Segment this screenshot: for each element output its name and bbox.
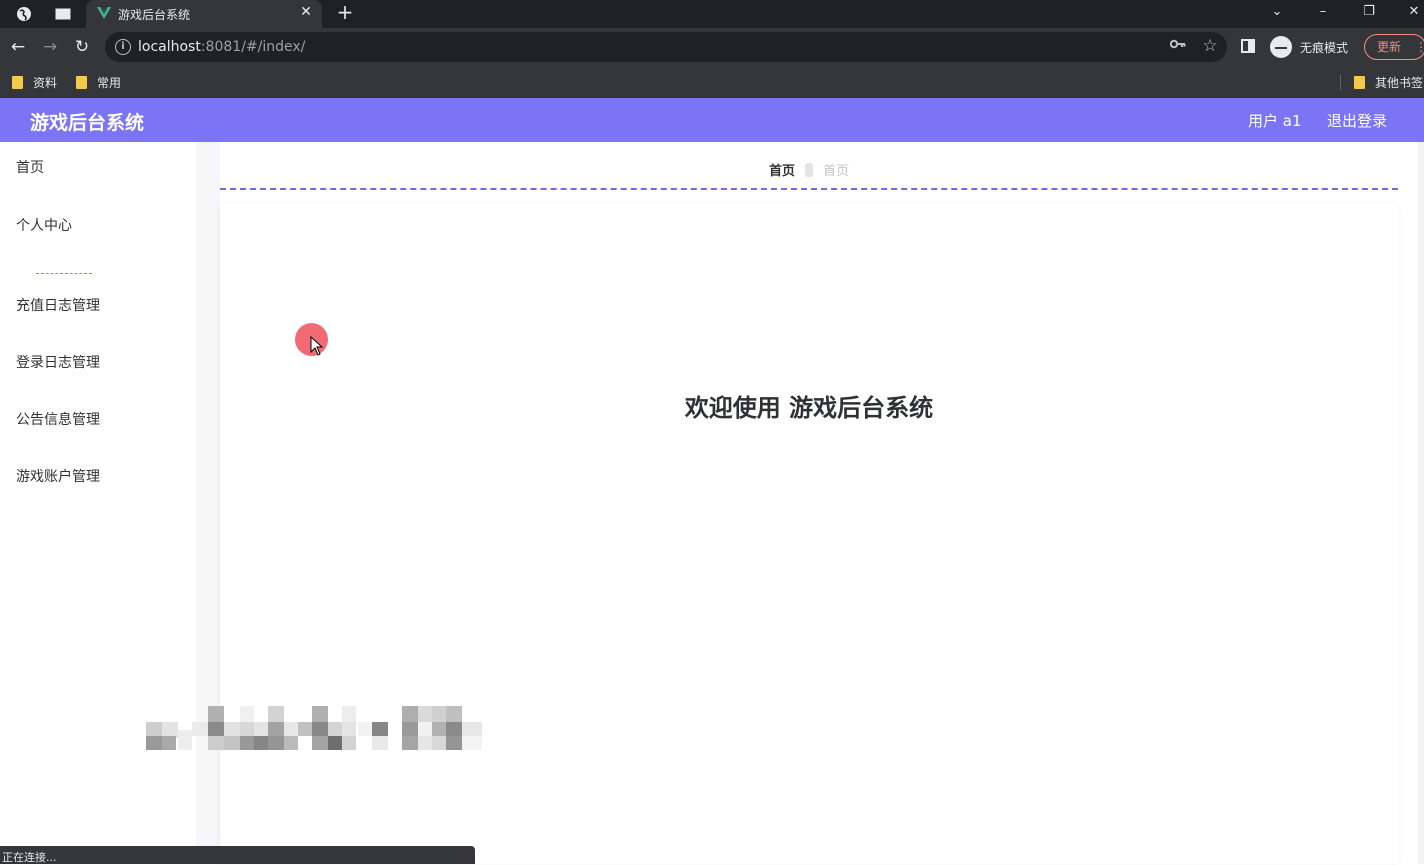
url-text[interactable]: localhost:8081/#/index/ bbox=[138, 39, 305, 55]
restore-icon[interactable]: ❐ bbox=[1358, 2, 1380, 22]
forward-icon[interactable]: → bbox=[39, 36, 61, 58]
breadcrumb-separator-icon bbox=[805, 163, 813, 177]
key-icon[interactable] bbox=[1169, 38, 1187, 56]
content-card: 欢迎使用 游戏后台系统 bbox=[220, 204, 1398, 864]
logout-button[interactable]: 退出登录 bbox=[1327, 110, 1387, 131]
status-text: 正在连接... bbox=[2, 851, 57, 864]
browser-status-bar: 正在连接... bbox=[0, 846, 475, 864]
browser-tab-bar: 游戏后台系统 ✕ + ⌄ – ❐ ✕ bbox=[0, 0, 1424, 28]
welcome-heading: 欢迎使用 游戏后台系统 bbox=[684, 394, 934, 422]
site-info-icon[interactable]: i bbox=[115, 39, 131, 55]
sidebar-item-profile[interactable]: 个人中心 bbox=[0, 206, 196, 246]
incognito-label: 无痕模式 bbox=[1300, 40, 1349, 55]
close-tab-icon[interactable]: ✕ bbox=[298, 4, 314, 20]
bookmark-star-icon[interactable]: ☆ bbox=[1200, 36, 1220, 56]
tab-title: 游戏后台系统 bbox=[118, 8, 191, 22]
sidebar-gutter bbox=[196, 142, 220, 864]
bookmarks-bar: 资料 常用 其他书签 bbox=[0, 66, 1424, 98]
breadcrumb-divider bbox=[220, 188, 1398, 190]
sidebar-item-game-accounts[interactable]: 游戏账户管理 bbox=[0, 457, 196, 497]
sidebar-submenu-indicator bbox=[36, 273, 92, 276]
incognito-indicator[interactable]: 无痕模式 bbox=[1270, 36, 1348, 58]
reload-icon[interactable]: ↻ bbox=[71, 36, 93, 58]
close-window-icon[interactable]: ✕ bbox=[1403, 2, 1424, 22]
app-title: 游戏后台系统 bbox=[30, 112, 145, 134]
globe-icon[interactable] bbox=[14, 4, 34, 24]
vue-logo-icon bbox=[97, 7, 111, 19]
app-header: 游戏后台系统 用户 a1 退出登录 bbox=[0, 98, 1424, 142]
back-icon[interactable]: ← bbox=[7, 36, 29, 58]
bookmark-folder-changyong[interactable]: 常用 bbox=[76, 73, 121, 91]
bookmarks-divider bbox=[1340, 74, 1341, 90]
bookmark-folder-ziliao[interactable]: 资料 bbox=[12, 73, 57, 91]
folder-icon bbox=[1354, 75, 1365, 89]
breadcrumb-current[interactable]: 首页 bbox=[769, 164, 795, 179]
breadcrumb-last: 首页 bbox=[823, 164, 850, 179]
main-content: 首页 首页 欢迎使用 游戏后台系统 bbox=[220, 142, 1424, 864]
side-panel-icon[interactable] bbox=[1241, 39, 1255, 53]
incognito-icon bbox=[1270, 36, 1292, 58]
menu-dots-icon[interactable]: ⋮ bbox=[1415, 35, 1424, 59]
tab-search-icon[interactable] bbox=[53, 4, 73, 24]
browser-tab-active[interactable]: 游戏后台系统 ✕ bbox=[86, 0, 322, 28]
update-button[interactable]: 更新 ⋮ bbox=[1364, 34, 1424, 60]
sidebar-item-home[interactable]: 首页 bbox=[0, 148, 196, 188]
pixelated-overlay bbox=[146, 706, 482, 750]
sidebar-item-login-log[interactable]: 登录日志管理 bbox=[0, 343, 196, 383]
page-scrollbar[interactable] bbox=[1418, 142, 1424, 864]
sidebar-item-announcements[interactable]: 公告信息管理 bbox=[0, 400, 196, 440]
folder-icon bbox=[12, 75, 23, 89]
user-label[interactable]: 用户 a1 bbox=[1248, 110, 1302, 131]
bookmark-folder-other[interactable]: 其他书签 bbox=[1354, 73, 1423, 91]
browser-toolbar: ← → ↻ i localhost:8081/#/index/ ☆ 无痕模式 更… bbox=[0, 28, 1424, 66]
breadcrumb: 首页 首页 bbox=[220, 160, 1398, 180]
sidebar-item-recharge-log[interactable]: 充值日志管理 bbox=[0, 286, 196, 326]
minimize-icon[interactable]: – bbox=[1312, 2, 1334, 22]
folder-icon bbox=[76, 75, 87, 89]
address-bar[interactable]: i localhost:8081/#/index/ ☆ bbox=[105, 32, 1227, 62]
sidebar: 首页 个人中心 充值日志管理 登录日志管理 公告信息管理 游戏账户管理 bbox=[0, 142, 196, 864]
tab-list-chevron-icon[interactable]: ⌄ bbox=[1266, 2, 1288, 22]
new-tab-icon[interactable]: + bbox=[335, 2, 355, 22]
mouse-cursor-icon bbox=[310, 336, 324, 356]
